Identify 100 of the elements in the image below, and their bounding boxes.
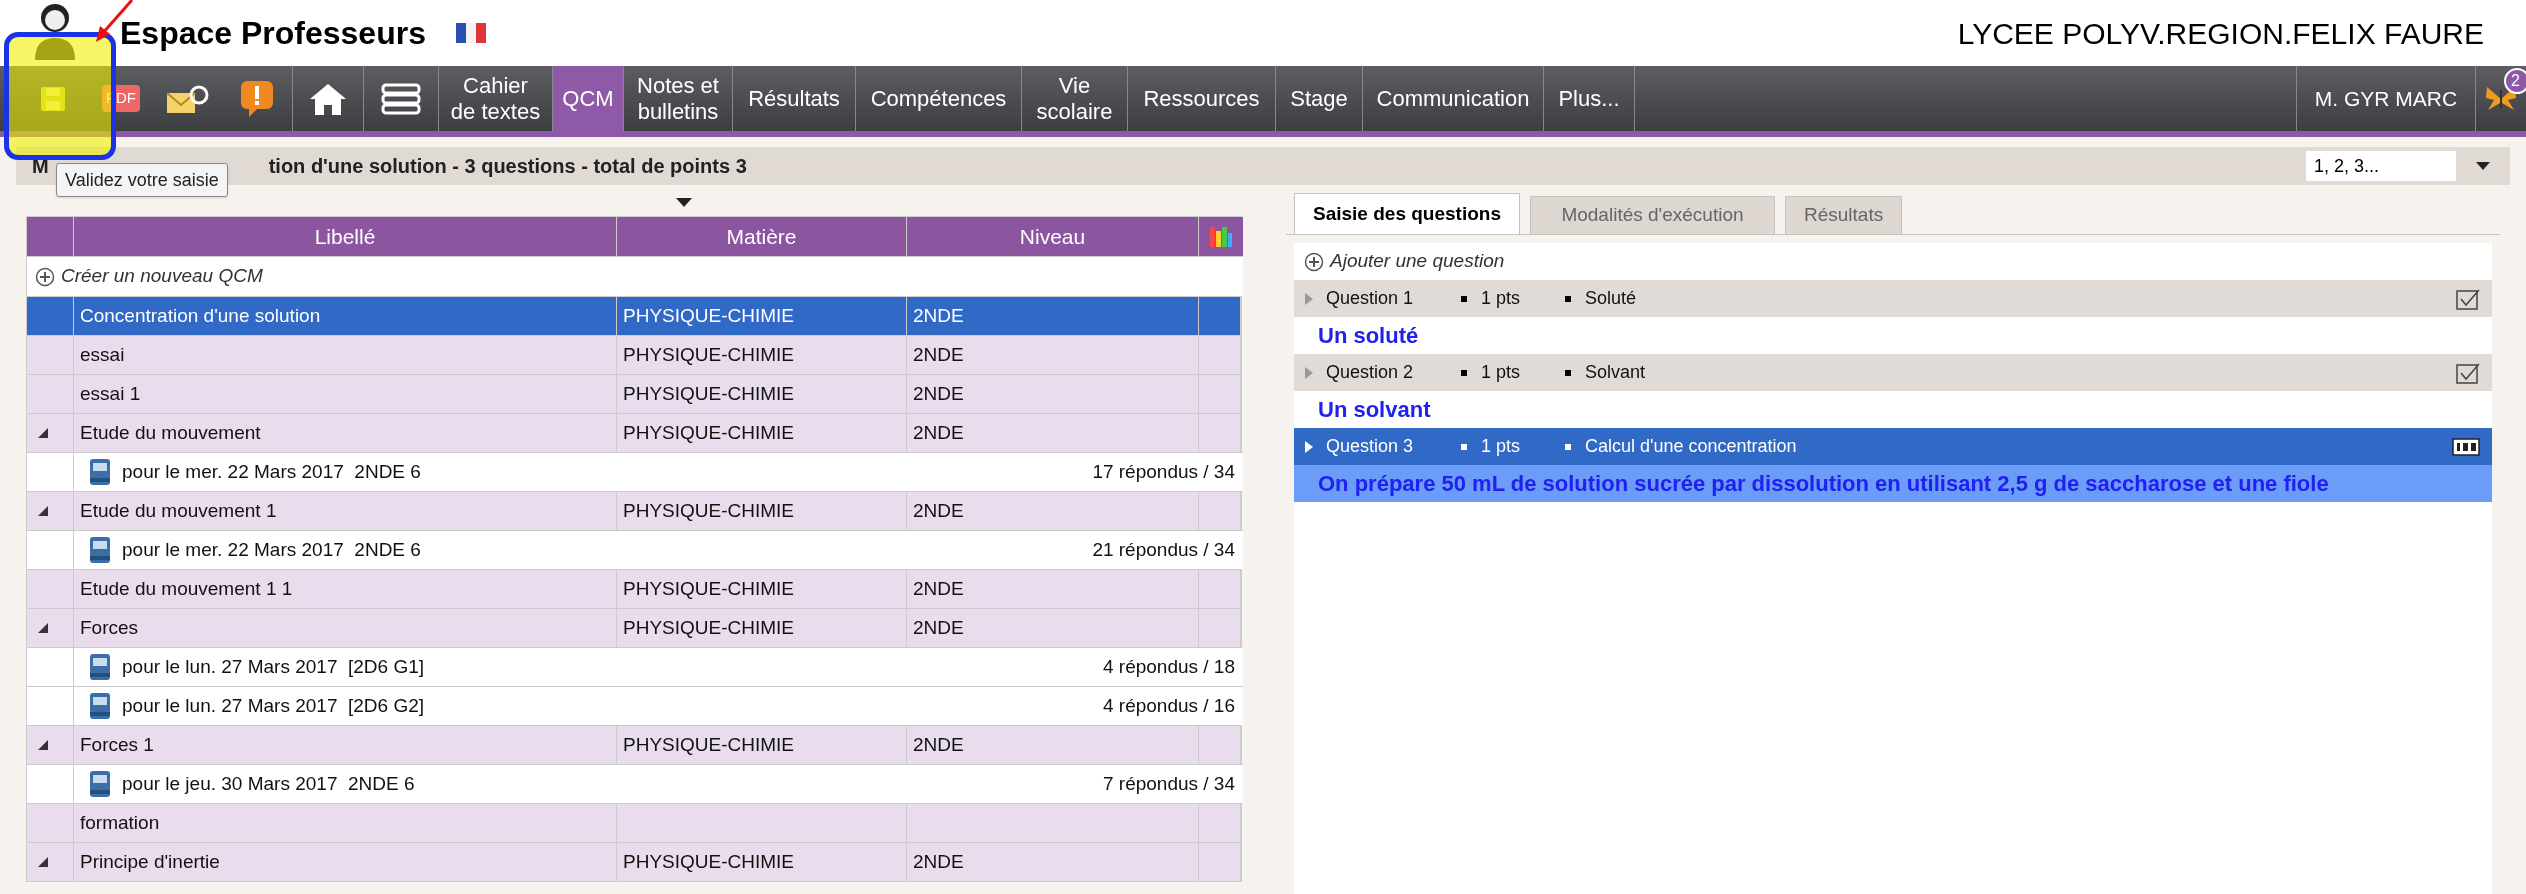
nav-tab[interactable]: Notes et bulletins <box>624 66 732 131</box>
table-cell: 2NDE <box>907 608 1199 647</box>
column-header[interactable]: Niveau <box>907 217 1199 256</box>
notification-badge: 2 <box>2504 68 2526 94</box>
create-qcm-link[interactable]: Créer un nouveau QCM <box>61 262 263 291</box>
question-title: Soluté <box>1585 287 1637 310</box>
column-header[interactable]: Matière <box>617 217 907 256</box>
expanded-triangle-icon[interactable] <box>37 622 49 634</box>
question-text: On prépare 50 mL de solution sucrée par dissolution en utilisant 2,5 g de saccharose et une fiole <box>1294 465 2492 502</box>
table-cell: PHYSIQUE-CHIMIE <box>617 569 907 608</box>
question-header[interactable]: Question 3 1 pts Calcul d'une concentration <box>1294 428 2492 465</box>
session-row[interactable]: pour le jeu. 30 Mars 2017 2NDE 6 7 répondus / 34 <box>27 764 1243 803</box>
table-cell: formation <box>74 803 617 842</box>
answer-count: 21 répondus / 34 <box>1092 537 1235 562</box>
expanded-triangle-icon[interactable] <box>37 505 49 517</box>
table-cell: 2NDE <box>907 413 1199 452</box>
notebook-icon <box>88 536 112 564</box>
nav-tab[interactable]: Compétences <box>856 66 1021 131</box>
table-cell: essai <box>74 335 617 374</box>
question-label: Question 1 <box>1326 287 1415 310</box>
table-cell: Etude du mouvement 1 1 <box>74 569 617 608</box>
user-menu[interactable]: M. GYR MARC <box>2297 66 2475 131</box>
expanded-triangle-icon[interactable] <box>37 427 49 439</box>
notebook-icon <box>88 458 112 486</box>
answer-count: 17 répondus / 34 <box>1092 459 1235 484</box>
table-cell: 2NDE <box>907 296 1199 335</box>
table-cell: PHYSIQUE-CHIMIE <box>617 335 907 374</box>
question-header[interactable]: Question 1 1 pts Soluté <box>1294 280 2492 317</box>
answer-count: 4 répondus / 18 <box>1102 654 1235 679</box>
session-row[interactable]: pour le mer. 22 Mars 2017 2NDE 6 17 répondus / 34 <box>27 452 1243 491</box>
table-cell: Forces 1 <box>74 725 617 764</box>
session-row[interactable]: pour le lun. 27 Mars 2017 [2D6 G1] 4 répondus / 18 <box>27 647 1243 686</box>
exclamation-bubble-icon <box>239 78 275 119</box>
add-icon[interactable] <box>1304 251 1324 272</box>
session-row[interactable]: pour le mer. 22 Mars 2017 2NDE 6 21 répondus / 34 <box>27 530 1243 569</box>
qcm-row[interactable]: Etude du mouvement 1 1 PHYSIQUE-CHIMIE 2NDE <box>27 569 1243 608</box>
qcm-row[interactable]: Etude du mouvement 1 PHYSIQUE-CHIMIE 2NDE <box>27 491 1243 530</box>
session-label: pour le jeu. 30 Mars 2017 2NDE 6 <box>122 771 415 796</box>
nav-tab[interactable]: Plus... <box>1544 66 1634 131</box>
school-name: LYCEE POLYV.REGION.FELIX FAURE <box>1957 15 2484 52</box>
panel-tab[interactable]: Résultats <box>1784 196 1903 234</box>
panel-tab[interactable]: Modalités d'exécution <box>1529 196 1775 234</box>
qcm-row[interactable]: Forces PHYSIQUE-CHIMIE 2NDE <box>27 608 1243 647</box>
question-header[interactable]: Question 2 1 pts Solvant <box>1294 354 2492 391</box>
qcm-row[interactable]: essai PHYSIQUE-CHIMIE 2NDE <box>27 335 1243 374</box>
table-cell: Etude du mouvement <box>74 413 617 452</box>
session-row[interactable]: pour le lun. 27 Mars 2017 [2D6 G2] 4 répondus / 16 <box>27 686 1243 725</box>
table-cell: PHYSIQUE-CHIMIE <box>617 842 907 881</box>
table-cell: Concentration d'une solution <box>74 296 617 335</box>
table-cell: 2NDE <box>907 725 1199 764</box>
bullet-icon <box>1461 295 1467 302</box>
session-label: pour le mer. 22 Mars 2017 2NDE 6 <box>122 459 421 484</box>
question-title: Calcul d'une concentration <box>1585 435 1797 458</box>
qcm-row[interactable]: Concentration d'une solution PHYSIQUE-CHIMIE 2NDE <box>27 296 1243 335</box>
qcm-row[interactable]: essai 1 PHYSIQUE-CHIMIE 2NDE <box>27 374 1243 413</box>
table-cell: PHYSIQUE-CHIMIE <box>617 296 907 335</box>
column-chooser-icon[interactable] <box>1209 224 1233 249</box>
expand-triangle-icon[interactable] <box>1304 439 1314 454</box>
bullet-icon <box>1565 443 1571 450</box>
table-cell: Forces <box>74 608 617 647</box>
bullet-icon <box>1565 369 1571 376</box>
nav-tab[interactable]: Résultats <box>733 66 855 131</box>
nav-tab[interactable]: QCM <box>553 66 623 131</box>
table-cell: PHYSIQUE-CHIMIE <box>617 725 907 764</box>
flag-icon <box>455 23 486 43</box>
add-question-link[interactable]: Ajouter une question <box>1330 247 1505 276</box>
expanded-triangle-icon[interactable] <box>37 739 49 751</box>
question-label: Question 2 <box>1326 361 1415 384</box>
numeric-field-icon <box>2452 435 2480 458</box>
answer-count: 7 répondus / 34 <box>1102 771 1235 796</box>
notebook-icon <box>88 653 112 681</box>
nav-tab[interactable]: Ressources <box>1128 66 1275 131</box>
nav-tab[interactable]: Communication <box>1363 66 1543 131</box>
column-header[interactable]: Libellé <box>74 217 617 256</box>
qcm-row[interactable]: Etude du mouvement PHYSIQUE-CHIMIE 2NDE <box>27 413 1243 452</box>
question-points: 1 pts <box>1481 435 1522 458</box>
table-cell: 2NDE <box>907 842 1199 881</box>
bullet-icon <box>1565 295 1571 302</box>
nav-tab[interactable]: Cahier de textes <box>439 66 552 131</box>
expanded-triangle-icon[interactable] <box>37 856 49 868</box>
qcm-row[interactable]: Forces 1 PHYSIQUE-CHIMIE 2NDE <box>27 725 1243 764</box>
add-icon[interactable] <box>35 266 55 287</box>
notebook-icon <box>88 770 112 798</box>
table-cell: PHYSIQUE-CHIMIE <box>617 608 907 647</box>
question-title: Solvant <box>1585 361 1646 384</box>
nav-tab[interactable]: Vie scolaire <box>1022 66 1127 131</box>
panel-tab[interactable]: Saisie des questions <box>1294 193 1520 234</box>
table-cell: 2NDE <box>907 335 1199 374</box>
table-cell: PHYSIQUE-CHIMIE <box>617 374 907 413</box>
answer-count: 4 répondus / 16 <box>1102 693 1235 718</box>
sort-caret-icon[interactable] <box>676 198 692 207</box>
table-cell: Principe d'inertie <box>74 842 617 881</box>
qcm-row[interactable]: Principe d'inertie PHYSIQUE-CHIMIE 2NDE <box>27 842 1243 881</box>
table-cell: 2NDE <box>907 491 1199 530</box>
table-cell: 2NDE <box>907 374 1199 413</box>
table-cell: essai 1 <box>74 374 617 413</box>
table-cell: PHYSIQUE-CHIMIE <box>617 413 907 452</box>
qcm-row[interactable]: formation <box>27 803 1243 842</box>
notebook-icon <box>88 692 112 720</box>
nav-tab[interactable]: Stage <box>1276 66 1362 131</box>
